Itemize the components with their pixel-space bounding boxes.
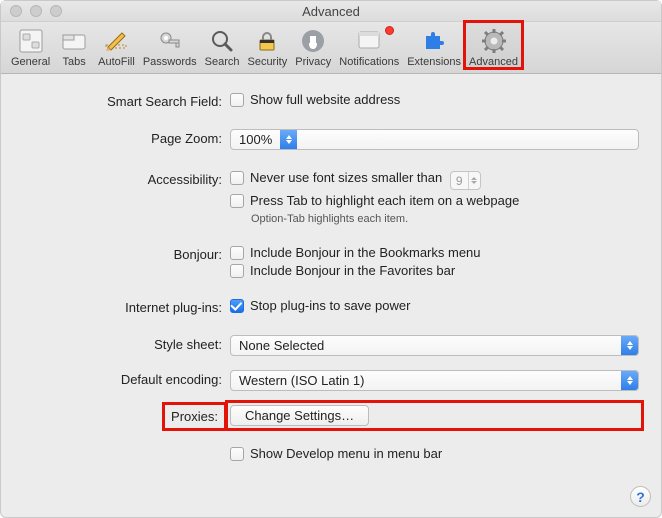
zoom-window-button[interactable] xyxy=(50,5,62,17)
toolbar-item-label: Security xyxy=(247,56,287,68)
key-icon xyxy=(154,25,186,57)
checkbox-label: Never use font sizes smaller than xyxy=(250,170,442,185)
checkbox-label: Include Bonjour in the Bookmarks menu xyxy=(250,245,481,260)
proxies-button-highlight: Change Settings… xyxy=(230,405,639,426)
toolbar-search[interactable]: Search xyxy=(201,22,244,68)
smart-search-label: Smart Search Field: xyxy=(23,92,230,109)
toolbar-item-label: Passwords xyxy=(143,56,197,68)
preferences-toolbar: General Tabs AutoFill Passwords xyxy=(1,22,661,74)
toolbar-item-label: AutoFill xyxy=(98,56,135,68)
advanced-pane: Smart Search Field: Show full website ad… xyxy=(1,74,661,475)
select-value: 100% xyxy=(231,130,280,149)
chevron-updown-icon xyxy=(280,130,297,149)
tab-icon xyxy=(58,25,90,57)
button-label: Change Settings… xyxy=(245,408,354,423)
toolbar-item-label: Search xyxy=(205,56,240,68)
minimize-window-button[interactable] xyxy=(30,5,42,17)
min-font-stepper[interactable]: 9 xyxy=(450,171,481,190)
select-value: Western (ISO Latin 1) xyxy=(231,371,621,390)
toolbar-notifications[interactable]: Notifications xyxy=(335,22,403,68)
puzzle-icon xyxy=(418,25,450,57)
help-icon: ? xyxy=(636,489,645,505)
close-window-button[interactable] xyxy=(10,5,22,17)
style-sheet-label: Style sheet: xyxy=(23,335,230,352)
bonjour-label: Bonjour: xyxy=(23,245,230,262)
toolbar-tabs[interactable]: Tabs xyxy=(54,22,94,68)
toolbar-item-label: General xyxy=(11,56,50,68)
bonjour-favorites-checkbox[interactable]: Include Bonjour in the Favorites bar xyxy=(230,263,639,278)
toolbar-extensions[interactable]: Extensions xyxy=(403,22,465,68)
select-value: None Selected xyxy=(231,336,621,355)
notification-badge-icon xyxy=(385,26,394,35)
switches-icon xyxy=(15,25,47,57)
toolbar-passwords[interactable]: Passwords xyxy=(139,22,201,68)
min-font-checkbox[interactable]: Never use font sizes smaller than xyxy=(230,170,442,185)
bonjour-bookmarks-checkbox[interactable]: Include Bonjour in the Bookmarks menu xyxy=(230,245,639,260)
empty-label xyxy=(23,446,230,448)
window-title: Advanced xyxy=(1,4,661,19)
checkbox-label: Stop plug-ins to save power xyxy=(250,298,410,313)
show-develop-menu-checkbox[interactable]: Show Develop menu in menu bar xyxy=(230,446,639,461)
accessibility-label: Accessibility: xyxy=(23,170,230,187)
toolbar-advanced[interactable]: Advanced xyxy=(465,22,522,68)
toolbar-item-label: Extensions xyxy=(407,56,461,68)
checkbox-label: Show full website address xyxy=(250,92,400,107)
lock-icon xyxy=(251,25,283,57)
stop-plugins-checkbox[interactable]: Stop plug-ins to save power xyxy=(230,298,639,313)
stepper-value: 9 xyxy=(451,174,468,188)
bell-icon xyxy=(353,25,385,57)
toolbar-item-label: Notifications xyxy=(339,56,399,68)
pencil-icon xyxy=(100,25,132,57)
encoding-label: Default encoding: xyxy=(23,370,230,387)
chevron-updown-icon xyxy=(621,371,638,390)
proxies-label-highlight: Proxies: xyxy=(167,407,222,426)
titlebar: Advanced xyxy=(1,1,661,22)
checkbox-label: Press Tab to highlight each item on a we… xyxy=(250,193,519,208)
gear-icon xyxy=(478,25,510,57)
style-sheet-select[interactable]: None Selected xyxy=(230,335,639,356)
magnifier-icon xyxy=(206,25,238,57)
toolbar-item-label: Advanced xyxy=(469,56,518,68)
chevron-updown-icon xyxy=(468,172,480,189)
show-full-url-checkbox[interactable]: Show full website address xyxy=(230,92,639,107)
hand-icon xyxy=(297,25,329,57)
plugins-label: Internet plug-ins: xyxy=(23,298,230,315)
encoding-select[interactable]: Western (ISO Latin 1) xyxy=(230,370,639,391)
accessibility-hint: Option-Tab highlights each item. xyxy=(251,213,639,225)
checkbox-label: Show Develop menu in menu bar xyxy=(250,446,442,461)
toolbar-privacy[interactable]: Privacy xyxy=(291,22,335,68)
toolbar-item-label: Privacy xyxy=(295,56,331,68)
window-controls xyxy=(10,5,62,17)
toolbar-autofill[interactable]: AutoFill xyxy=(94,22,139,68)
chevron-updown-icon xyxy=(621,336,638,355)
toolbar-general[interactable]: General xyxy=(7,22,54,68)
checkbox-label: Include Bonjour in the Favorites bar xyxy=(250,263,455,278)
page-zoom-select[interactable]: 100% xyxy=(230,129,639,150)
change-proxy-settings-button[interactable]: Change Settings… xyxy=(230,405,369,426)
preferences-window: Advanced General Tabs AutoFill xyxy=(0,0,662,518)
tab-highlight-checkbox[interactable]: Press Tab to highlight each item on a we… xyxy=(230,193,639,208)
toolbar-security[interactable]: Security xyxy=(243,22,291,68)
toolbar-item-label: Tabs xyxy=(63,56,86,68)
page-zoom-label: Page Zoom: xyxy=(23,129,230,146)
help-button[interactable]: ? xyxy=(630,486,651,507)
proxies-label: Proxies: xyxy=(23,405,230,426)
